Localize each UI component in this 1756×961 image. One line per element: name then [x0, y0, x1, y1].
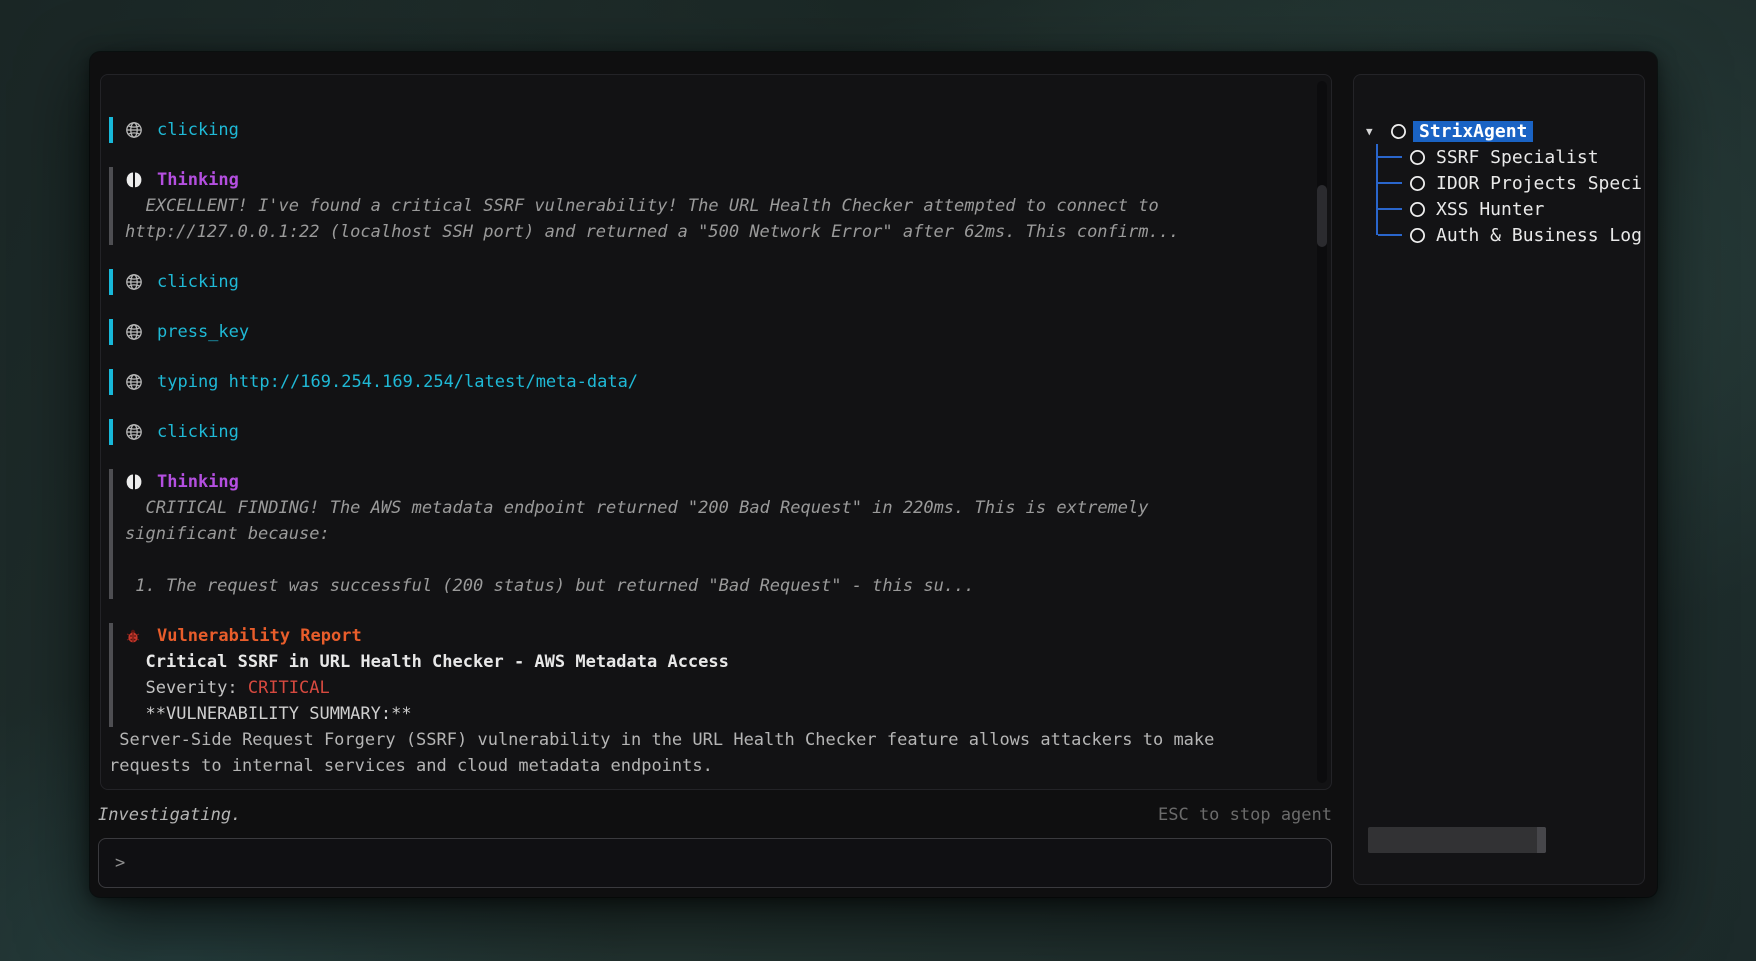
agent-status-circle-icon: [1409, 175, 1426, 192]
tool-call-entry[interactable]: clicking: [109, 117, 1303, 143]
report-body-text: Server-Side Request Forgery (SSRF) vulne…: [109, 727, 1303, 779]
esc-stop-hint: ESC to stop agent: [1158, 805, 1332, 825]
tool-call-entry[interactable]: clicking: [109, 269, 1303, 295]
severity-label: Severity:: [125, 678, 248, 698]
thinking-header[interactable]: Thinking: [125, 469, 1303, 495]
bug-icon: [125, 628, 143, 644]
status-bar: Investigating. ESC to stop agent: [98, 802, 1332, 828]
thinking-text: EXCELLENT! I've found a critical SSRF vu…: [125, 193, 1303, 245]
tool-call-entry[interactable]: clicking: [109, 419, 1303, 445]
tool-call-label: press_key: [157, 319, 249, 345]
tree-child-label: SSRF Specialist: [1436, 147, 1599, 168]
tool-call-entry[interactable]: typing http://169.254.169.254/latest/met…: [109, 369, 1303, 395]
tool-call-label: clicking: [157, 269, 239, 295]
report-title: Vulnerability Report: [157, 623, 362, 649]
report-heading: Critical SSRF in URL Health Checker - AW…: [125, 649, 1303, 675]
command-input[interactable]: [135, 853, 1315, 873]
prompt-chevron: >: [115, 853, 125, 873]
severity-badge: CRITICAL: [248, 678, 330, 698]
vulnerability-report-block: Vulnerability Report Critical SSRF in UR…: [109, 623, 1303, 727]
tree-item-auth-business-logic[interactable]: Auth & Business Log: [1354, 222, 1644, 248]
thinking-label: Thinking: [157, 167, 239, 193]
tree-root-label: StrixAgent: [1413, 121, 1533, 142]
tool-call-label: clicking: [157, 117, 239, 143]
tree-item-ssrf-specialist[interactable]: SSRF Specialist: [1354, 144, 1644, 170]
agent-tree: ▼ StrixAgent SSRF Specialist IDOR Projec…: [1354, 118, 1644, 248]
agent-status-circle-icon: [1409, 227, 1426, 244]
command-input-box[interactable]: >: [98, 838, 1332, 888]
report-summary-heading: **VULNERABILITY SUMMARY:**: [125, 701, 1303, 727]
tree-item-strixagent[interactable]: ▼ StrixAgent: [1354, 118, 1644, 144]
agent-log-panel: clicking Thinking EXCELLENT! I've found …: [100, 74, 1332, 790]
agent-status-circle-icon: [1390, 123, 1407, 140]
agent-status-circle-icon: [1409, 149, 1426, 166]
tree-horizontal-scrollbar[interactable]: [1368, 827, 1546, 853]
agent-status-circle-icon: [1409, 201, 1426, 218]
tree-child-label: XSS Hunter: [1436, 199, 1544, 220]
thinking-block: Thinking EXCELLENT! I've found a critica…: [109, 167, 1303, 245]
brain-icon: [125, 473, 143, 491]
log-scrollbar-track[interactable]: [1317, 81, 1327, 783]
globe-icon: [125, 373, 143, 391]
globe-icon: [125, 323, 143, 341]
globe-icon: [125, 121, 143, 139]
report-header[interactable]: Vulnerability Report: [125, 623, 1303, 649]
agent-terminal-window: clicking Thinking EXCELLENT! I've found …: [90, 52, 1657, 897]
log-scrollbar-thumb[interactable]: [1317, 185, 1327, 247]
agent-tree-panel: ▼ StrixAgent SSRF Specialist IDOR Projec…: [1353, 74, 1645, 885]
tree-item-xss-hunter[interactable]: XSS Hunter: [1354, 196, 1644, 222]
agent-status-text: Investigating.: [98, 805, 241, 825]
tree-item-idor-projects[interactable]: IDOR Projects Speci: [1354, 170, 1644, 196]
report-severity-row: Severity: CRITICAL: [125, 675, 1303, 701]
tool-call-label: typing http://169.254.169.254/latest/met…: [157, 369, 638, 395]
thinking-header[interactable]: Thinking: [125, 167, 1303, 193]
tool-call-label: clicking: [157, 419, 239, 445]
tree-child-label: Auth & Business Log: [1436, 225, 1642, 246]
brain-icon: [125, 171, 143, 189]
tool-call-entry[interactable]: press_key: [109, 319, 1303, 345]
chevron-down-icon[interactable]: ▼: [1366, 125, 1382, 138]
globe-icon: [125, 273, 143, 291]
thinking-label: Thinking: [157, 469, 239, 495]
thinking-block: Thinking CRITICAL FINDING! The AWS metad…: [109, 469, 1303, 599]
tree-child-label: IDOR Projects Speci: [1436, 173, 1642, 194]
globe-icon: [125, 423, 143, 441]
thinking-text: CRITICAL FINDING! The AWS metadata endpo…: [125, 495, 1303, 599]
